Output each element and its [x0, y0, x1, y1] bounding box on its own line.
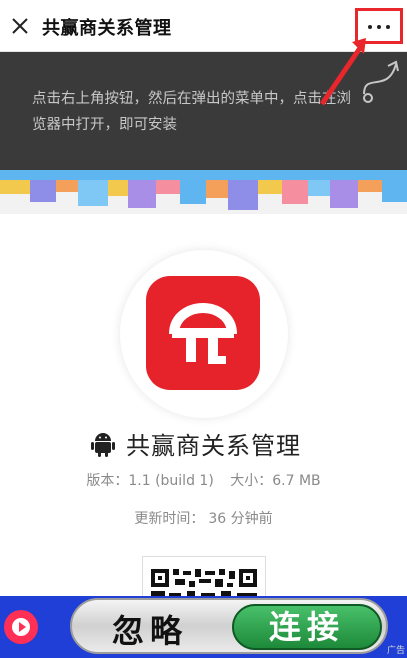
ad-banner[interactable]: 忽略 连接 广告: [0, 596, 407, 658]
ignore-button[interactable]: 忽略: [112, 606, 188, 652]
version-info: 版本：1.1 (build 1): [86, 473, 213, 489]
update-info: 更新时间： 36 分钟前: [0, 508, 407, 528]
version-label: 版本：: [86, 473, 129, 489]
ad-tag: 广告: [387, 643, 405, 656]
app-logo-icon: [169, 302, 237, 364]
app-icon: [146, 276, 260, 390]
close-icon: [12, 18, 28, 34]
curved-arrow-icon: [363, 60, 399, 103]
connect-button[interactable]: 连接: [232, 604, 382, 650]
updated-value: 36 分钟前: [208, 511, 273, 527]
pixel-banner: [0, 170, 407, 210]
top-nav-bar: 共赢商关系管理: [0, 0, 407, 52]
page-title: 共赢商关系管理: [42, 18, 172, 39]
instruction-text: 点击右上角按钮，然后在弹出的菜单中，点击在浏览器中打开，即可安装: [32, 91, 351, 133]
more-button-highlight: [355, 8, 403, 44]
ad-tag-label: 广告: [386, 646, 405, 656]
app-name-row: 共赢商关系管理: [88, 426, 348, 460]
app-info-card: 共赢商关系管理 版本：1.1 (build 1) 大小：6.7 MB 更新时间：…: [0, 214, 407, 606]
close-button[interactable]: [8, 14, 32, 38]
app-meta-row: 版本：1.1 (build 1) 大小：6.7 MB: [0, 470, 407, 490]
version-value: 1.1 (build 1): [128, 473, 214, 489]
size-info: 大小：6.7 MB: [230, 473, 320, 489]
app-name: 共赢商关系管理: [126, 432, 301, 460]
size-value: 6.7 MB: [272, 473, 321, 489]
updated-label: 更新时间：: [134, 511, 205, 527]
android-icon: [91, 433, 115, 457]
size-label: 大小：: [230, 473, 273, 489]
play-icon: [12, 618, 30, 636]
ad-logo: [4, 610, 38, 644]
instruction-overlay: 点击右上角按钮，然后在弹出的菜单中，点击在浏览器中打开，即可安装: [0, 52, 407, 170]
ad-button-pill: 忽略 连接: [70, 598, 388, 654]
